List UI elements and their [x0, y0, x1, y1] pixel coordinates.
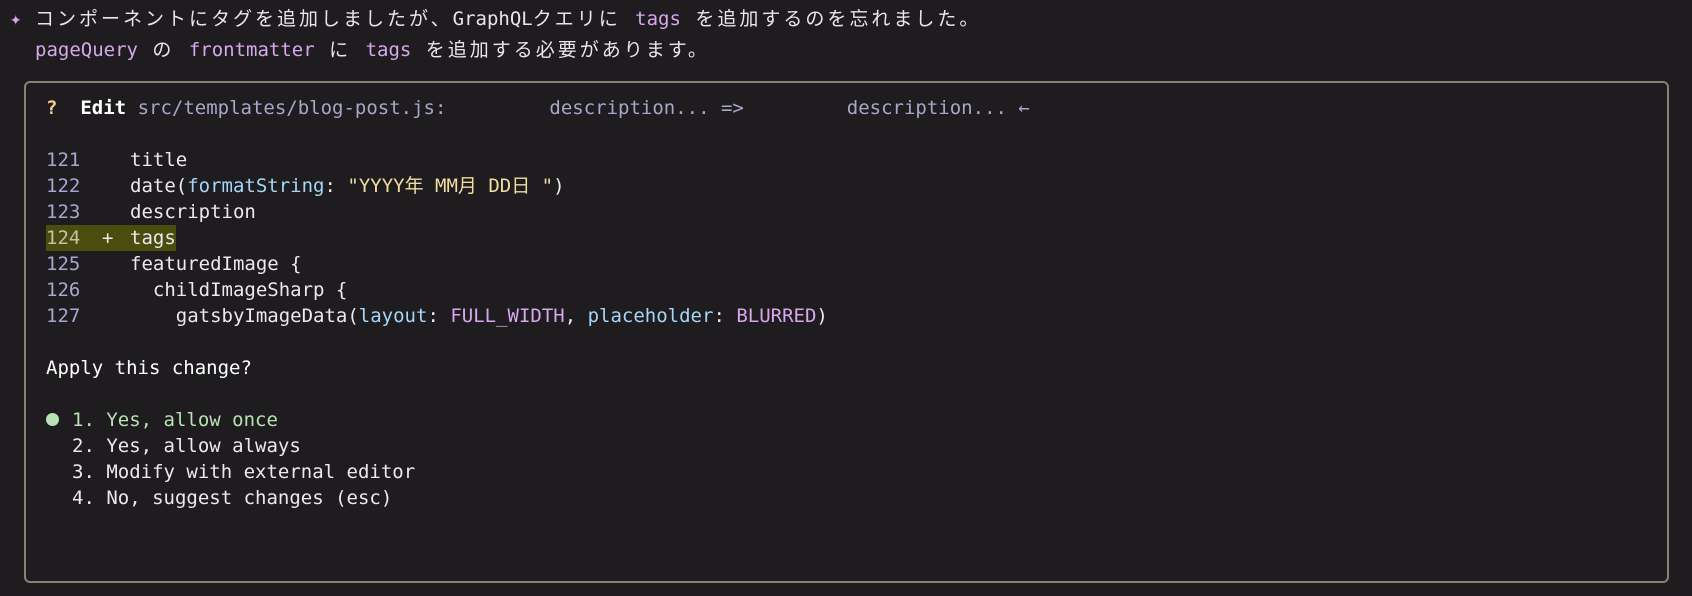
code-line: 121 title [46, 147, 187, 173]
terminal-window: ✦ コンポーネントにタグを追加しましたが、GraphQLクエリに tags を追加… [0, 0, 1692, 596]
line-number: 121 [46, 149, 81, 171]
message-text: に [314, 39, 366, 61]
option-label: 3. Modify with external editor [72, 461, 416, 483]
diff-marker: + [102, 227, 114, 249]
option-allow-once[interactable]: 1. Yes, allow once [46, 407, 278, 433]
old-text-preview: description... => [549, 97, 744, 119]
added-line-highlight: 124 + tags [46, 225, 176, 251]
line-number: 124 [46, 227, 81, 249]
code-token: : [427, 305, 451, 327]
message-text: の [137, 39, 189, 61]
line-number: 125 [46, 253, 81, 275]
code-line: 126 childImageSharp { [46, 277, 347, 303]
assistant-message-line-2: pageQuery の frontmatter に tags を追加する必要があ… [10, 37, 710, 63]
option-label: 4. No, suggest changes (esc) [72, 487, 393, 509]
message-text: GraphQL [452, 8, 533, 30]
option-suggest-changes[interactable]: 4. No, suggest changes (esc) [46, 485, 392, 511]
inline-code: frontmatter [188, 39, 315, 61]
sparkle-icon: ✦ [10, 8, 22, 30]
code-token: FULL_WIDTH [450, 305, 565, 327]
option-label: 2. Yes, allow always [72, 435, 301, 457]
code-line: 125 featuredImage { [46, 251, 302, 277]
code-line-added: 124 + tags [46, 225, 176, 251]
code-token: date( [130, 175, 188, 197]
code-token: : [324, 175, 348, 197]
code-text: title [130, 149, 188, 171]
option-allow-always[interactable]: 2. Yes, allow always [46, 433, 301, 459]
apply-question: Apply this change? [46, 357, 252, 379]
edit-confirmation-dialog: ? Edit src/templates/blog-post.js: descr… [24, 81, 1669, 583]
line-number: 127 [46, 305, 81, 327]
code-token: , [564, 305, 588, 327]
dialog-header: ? Edit src/templates/blog-post.js: descr… [46, 95, 1030, 121]
code-line: 122 date(formatString: "YYYY年 MM月 DD日 ") [46, 173, 565, 199]
message-text: を追加する必要があります。 [411, 39, 710, 61]
code-token: ) [553, 175, 565, 197]
line-number: 126 [46, 279, 81, 301]
edit-label: Edit [80, 97, 127, 119]
file-path: src/templates/blog-post.js: [137, 97, 447, 119]
message-text: クエリに [532, 8, 636, 30]
option-label: 1. Yes, allow once [72, 409, 278, 431]
option-external-editor[interactable]: 3. Modify with external editor [46, 459, 415, 485]
code-token: gatsbyImageData( [175, 305, 359, 327]
code-token: layout [358, 305, 428, 327]
code-token: : [713, 305, 737, 327]
message-text: を追加するのを忘れました。 [680, 8, 982, 30]
new-text-preview: description... ← [846, 97, 1030, 119]
question-mark-icon: ? [46, 97, 58, 119]
assistant-message-line-1: ✦ コンポーネントにタグを追加しましたが、GraphQLクエリに tags を追加… [10, 6, 981, 32]
inline-code: tags [365, 39, 412, 61]
code-token: "YYYY年 MM月 DD日 " [347, 175, 554, 197]
message-text: コンポーネントにタグを追加しましたが、 [35, 8, 453, 30]
code-line: 127 gatsbyImageData(layout: FULL_WIDTH, … [46, 303, 828, 329]
code-token: placeholder [587, 305, 714, 327]
code-token: ) [816, 305, 828, 327]
inline-code: tags [635, 8, 681, 30]
code-text: childImageSharp { [130, 279, 348, 301]
code-text: description [130, 201, 256, 223]
code-token: BLURRED [736, 305, 817, 327]
code-line: 123 description [46, 199, 256, 225]
line-number: 122 [46, 175, 81, 197]
code-token: formatString [187, 175, 325, 197]
selected-indicator-icon [46, 407, 72, 433]
code-text: featuredImage { [130, 253, 302, 275]
code-text: tags [130, 227, 176, 249]
line-number: 123 [46, 201, 81, 223]
inline-code: pageQuery [35, 39, 138, 61]
